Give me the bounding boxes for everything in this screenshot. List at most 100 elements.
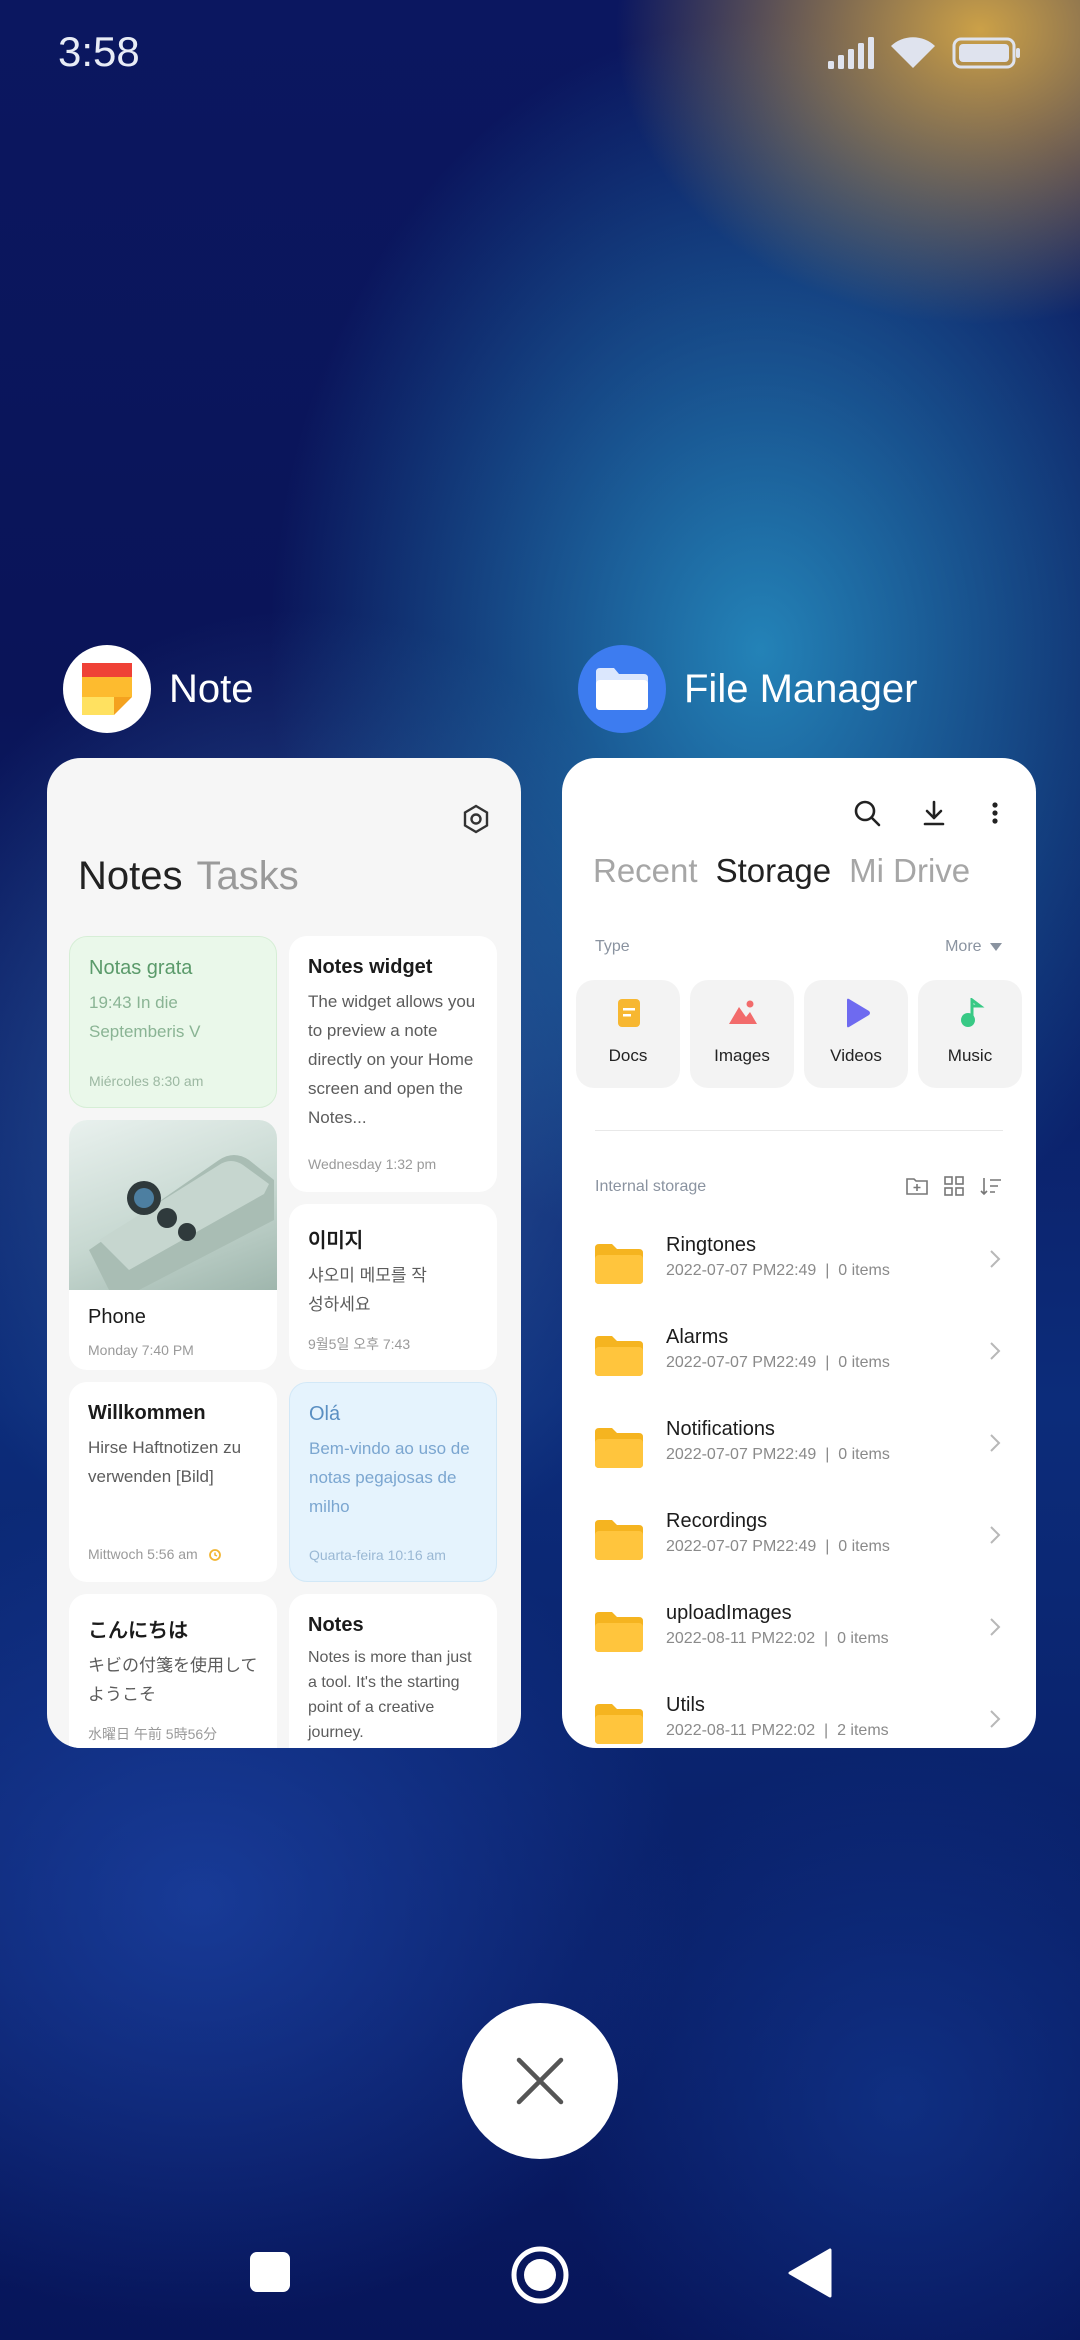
type-docs-label: Docs <box>608 1046 648 1065</box>
note-logo-icon <box>82 663 132 715</box>
sort-icon[interactable] <box>980 1176 1002 1196</box>
section-divider <box>595 1130 1003 1131</box>
more-button[interactable]: More <box>945 938 1002 956</box>
home-circle-icon <box>511 2246 569 2304</box>
type-videos-label: Videos <box>830 1046 882 1065</box>
note-app-icon[interactable] <box>63 645 151 733</box>
folder-date: 2022-07-07 PM22:49 <box>666 1262 817 1279</box>
note-body: Bem-vindo ao uso de notas pegajosas de m… <box>309 1439 470 1516</box>
type-music-label: Music <box>947 1046 993 1065</box>
note-app-header[interactable]: Note <box>63 645 254 733</box>
type-images-label: Images <box>714 1046 770 1065</box>
note-date: Monday 7:40 PM <box>88 1342 194 1358</box>
note-card-item[interactable]: Olá Bem-vindo ao uso de notas pegajosas … <box>289 1382 497 1582</box>
note-title: Notes widget <box>308 956 433 978</box>
folder-icon <box>595 1428 643 1468</box>
clear-all-button[interactable] <box>462 2003 618 2159</box>
file-manager-app-icon[interactable] <box>578 645 666 733</box>
folder-row[interactable]: Ringtones 2022-07-07 PM22:49 | 0 items <box>562 1224 1036 1316</box>
phone-image <box>69 1120 277 1290</box>
note-app-title: Note <box>169 666 254 711</box>
meta-separator: | <box>816 1446 839 1463</box>
note-card-item[interactable]: Willkommen Hirse Haftnotizen zu verwende… <box>69 1382 277 1582</box>
note-card-item[interactable]: 이미지 샤오미 메모를 작성하세요 9월5일 오후 7:43 <box>289 1204 497 1370</box>
folder-name: uploadImages <box>666 1602 792 1624</box>
note-app-card[interactable]: Notes Tasks Notas grata 19:43 In die Sept… <box>47 758 521 1748</box>
type-videos-button[interactable]: Videos <box>804 980 908 1088</box>
tab-notes[interactable]: Notes <box>78 854 183 898</box>
folder-icon <box>595 1520 643 1560</box>
folder-meta: 2022-07-07 PM22:49 | 0 items <box>666 1354 890 1372</box>
folder-logo-icon <box>596 668 648 710</box>
folder-icon <box>595 1336 643 1376</box>
wifi-icon <box>891 37 935 68</box>
note-title: Willkommen <box>88 1402 206 1424</box>
chevron-right-icon <box>990 1618 1001 1636</box>
view-options <box>906 1176 1002 1196</box>
note-body: The widget allows you to preview a note … <box>308 992 476 1127</box>
note-card-item[interactable]: Phone Monday 7:40 PM <box>69 1120 277 1370</box>
signal-icon <box>828 37 874 69</box>
type-music-button[interactable]: Music <box>918 980 1022 1088</box>
back-nav-button[interactable] <box>788 2248 832 2303</box>
note-body: Notes is more than just a tool. It's the… <box>308 1649 472 1741</box>
tab-tasks[interactable]: Tasks <box>197 854 299 898</box>
folder-row[interactable]: Notifications 2022-07-07 PM22:49 | 0 item… <box>562 1408 1036 1500</box>
meta-separator: | <box>815 1722 838 1739</box>
note-date: 9월5일 오후 7:43 <box>308 1336 411 1352</box>
tab-mi-drive[interactable]: Mi Drive <box>849 852 970 889</box>
more-options-icon[interactable] <box>980 798 1010 828</box>
folder-name: Recordings <box>666 1510 768 1532</box>
recents-nav-button[interactable] <box>248 2250 292 2299</box>
folder-name: Utils <box>666 1694 705 1716</box>
folder-item-count: 0 items <box>838 1354 890 1371</box>
new-folder-icon[interactable] <box>906 1176 928 1196</box>
file-manager-app-header[interactable]: File Manager <box>578 645 917 733</box>
note-body: キビの付箋を使用してようこそ <box>88 1656 258 1704</box>
videos-icon <box>847 998 870 1028</box>
meta-separator: | <box>816 1538 839 1555</box>
chevron-right-icon <box>990 1250 1001 1268</box>
grid-view-icon[interactable] <box>944 1176 964 1196</box>
folder-icon <box>595 1704 643 1744</box>
folder-row[interactable]: Recordings 2022-07-07 PM22:49 | 0 items <box>562 1500 1036 1592</box>
phone-illustration <box>89 1155 274 1290</box>
home-nav-button[interactable] <box>510 2245 570 2310</box>
folder-meta: 2022-08-11 PM22:02 | 0 items <box>666 1630 889 1648</box>
caret-down-icon <box>990 943 1002 951</box>
chevron-right-icon <box>990 1710 1001 1728</box>
folder-item-count: 0 items <box>837 1630 889 1647</box>
note-card-item[interactable]: Notes Notes is more than just a tool. It… <box>289 1594 497 1748</box>
note-title: Olá <box>309 1403 341 1425</box>
folder-meta: 2022-07-07 PM22:49 | 0 items <box>666 1262 890 1280</box>
download-icon[interactable] <box>919 798 949 828</box>
note-card-item[interactable]: こんにちは キビの付箋を使用してようこそ 水曜日 午前 5時56分 <box>69 1594 277 1748</box>
file-manager-app-card[interactable]: Recent Storage Mi Drive Type More Docs Ima… <box>562 758 1036 1748</box>
settings-icon[interactable] <box>461 804 491 834</box>
folder-row[interactable]: Utils 2022-08-11 PM22:02 | 2 items <box>562 1684 1036 1748</box>
battery-icon <box>952 37 1020 69</box>
close-icon <box>516 2057 564 2105</box>
folder-row[interactable]: Alarms 2022-07-07 PM22:49 | 0 items <box>562 1316 1036 1408</box>
note-card-item[interactable]: Notas grata 19:43 In die Septemberis V M… <box>69 936 277 1108</box>
type-images-button[interactable]: Images <box>690 980 794 1088</box>
folder-item-count: 0 items <box>838 1446 890 1463</box>
note-date: Miércoles 8:30 am <box>89 1073 204 1089</box>
folder-date: 2022-07-07 PM22:49 <box>666 1354 817 1371</box>
type-section-label: Type <box>595 938 630 955</box>
status-bar: 3:58 <box>0 0 1080 110</box>
tab-storage[interactable]: Storage <box>716 852 832 889</box>
images-icon <box>729 1000 757 1024</box>
note-date: Quarta-feira 10:16 am <box>309 1547 446 1563</box>
meta-separator: | <box>816 1354 839 1371</box>
search-icon[interactable] <box>852 798 882 828</box>
note-body: 샤오미 메모를 작성하세요 <box>308 1266 427 1314</box>
file-manager-app-title: File Manager <box>684 666 918 711</box>
folder-date: 2022-08-11 PM22:02 <box>666 1630 816 1647</box>
note-card-item[interactable]: Notes widget The widget allows you to pr… <box>289 936 497 1192</box>
internal-storage-label: Internal storage <box>595 1178 707 1195</box>
note-body: Hirse Haftnotizen zu verwenden [Bild] <box>88 1438 242 1486</box>
type-docs-button[interactable]: Docs <box>576 980 680 1088</box>
tab-recent[interactable]: Recent <box>593 852 698 889</box>
folder-row[interactable]: uploadImages 2022-08-11 PM22:02 | 0 items <box>562 1592 1036 1684</box>
